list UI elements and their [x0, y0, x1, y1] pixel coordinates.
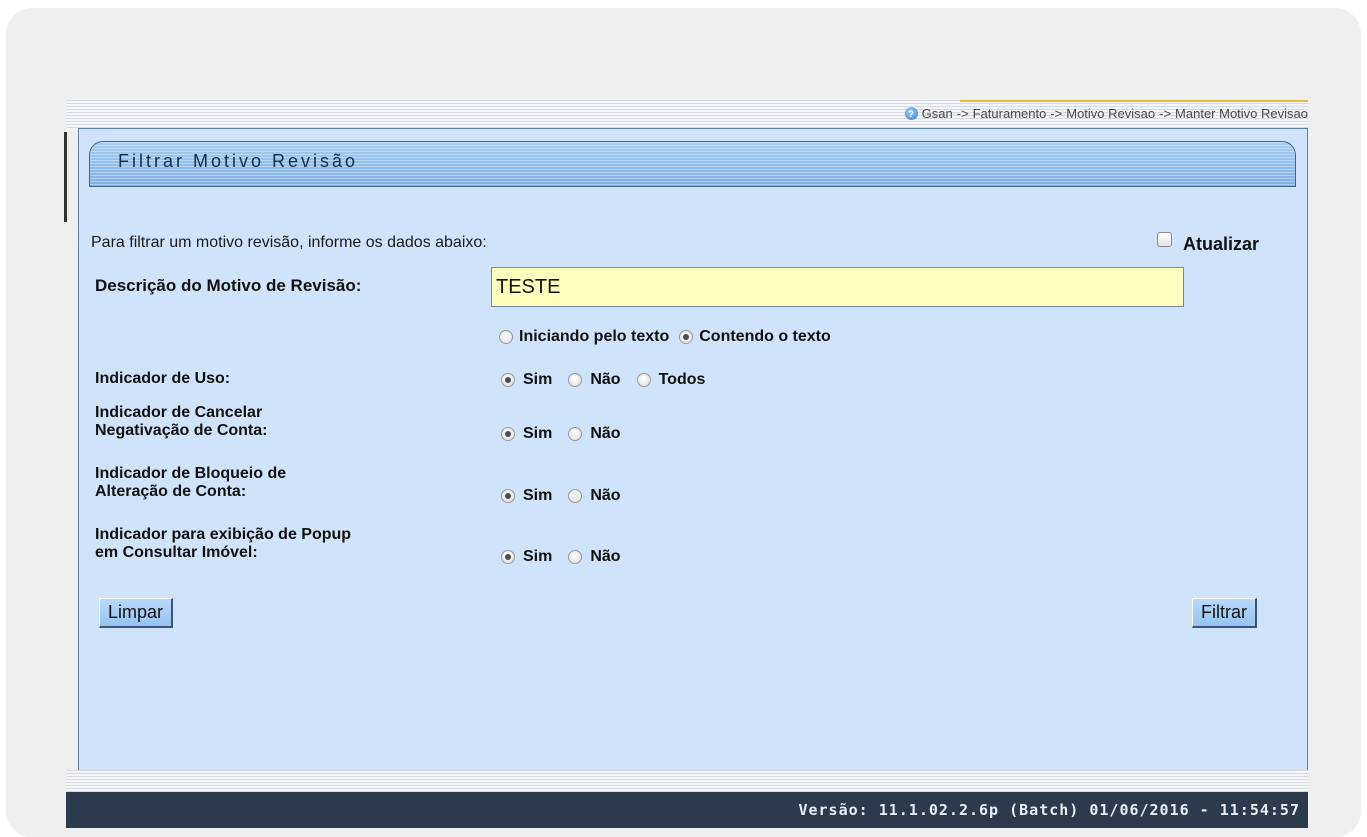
breadcrumb: ? Gsan -> Faturamento -> Motivo Revisao …: [904, 106, 1308, 121]
indicador-bloqueio-label-line1: Indicador de Bloqueio de: [95, 465, 287, 482]
breadcrumb-item-motivo-revisao[interactable]: Motivo Revisao: [1066, 106, 1155, 121]
cancelar-sim-label: Sim: [523, 425, 553, 442]
help-icon[interactable]: ?: [904, 107, 918, 120]
indicador-uso-options: Sim Não Todos: [501, 371, 721, 389]
indicador-popup-label-line1: Indicador para exibição de Popup: [95, 526, 352, 543]
descricao-match-options: Iniciando pelo texto Contendo o texto: [499, 328, 847, 346]
breadcrumb-separator: ->: [1159, 106, 1172, 121]
filtrar-button[interactable]: Filtrar: [1192, 598, 1257, 628]
footer-stripes: [66, 770, 1308, 792]
cancelar-nao-radio[interactable]: [568, 427, 583, 441]
atualizar-label: Atualizar: [1183, 234, 1260, 254]
breadcrumb-item-manter-motivo-revisao: Manter Motivo Revisao: [1175, 106, 1308, 121]
indicador-uso-label: Indicador de Uso:: [95, 370, 231, 387]
indicador-cancelar-label-line1: Indicador de Cancelar: [95, 404, 263, 421]
breadcrumb-item-gsan[interactable]: Gsan: [922, 106, 953, 121]
popup-sim-label: Sim: [523, 548, 553, 565]
filter-panel: Filtrar Motivo Revisão Para filtrar um m…: [78, 128, 1308, 772]
iniciando-label: Iniciando pelo texto: [519, 328, 670, 345]
breadcrumb-item-faturamento[interactable]: Faturamento: [973, 106, 1047, 121]
limpar-button[interactable]: Limpar: [99, 598, 174, 628]
bloqueio-nao-label: Não: [590, 487, 621, 504]
bloqueio-sim-radio[interactable]: [501, 489, 515, 503]
indicador-popup-label: Indicador para exibição de Popup em Cons…: [95, 526, 351, 562]
instructions-text: Para filtrar um motivo revisão, informe …: [91, 234, 487, 251]
atualizar-checkbox[interactable]: [1157, 232, 1172, 247]
page-title: Filtrar Motivo Revisão: [118, 151, 359, 171]
uso-todos-label: Todos: [658, 371, 706, 388]
uso-nao-label: Não: [590, 371, 621, 388]
uso-sim-radio[interactable]: [501, 373, 515, 387]
contendo-radio[interactable]: [679, 330, 694, 344]
indicador-popup-options: Sim Não: [501, 548, 637, 566]
iniciando-radio[interactable]: [499, 330, 513, 344]
uso-sim-label: Sim: [523, 371, 553, 388]
contendo-label: Contendo o texto: [699, 328, 831, 345]
cancelar-nao-label: Não: [590, 425, 621, 442]
header-accent-line: [960, 100, 1308, 102]
indicador-bloqueio-label: Indicador de Bloqueio de Alteração de Co…: [95, 465, 286, 501]
footer-bar: Versão: 11.1.02.2.6p (Batch) 01/06/2016 …: [66, 792, 1308, 828]
indicador-bloqueio-options: Sim Não: [501, 487, 637, 505]
breadcrumb-separator: ->: [956, 106, 969, 121]
bloqueio-sim-label: Sim: [523, 487, 553, 504]
uso-nao-radio[interactable]: [568, 373, 583, 387]
indicador-cancelar-label: Indicador de Cancelar Negativação de Con…: [95, 404, 267, 440]
panel-title-bar: Filtrar Motivo Revisão: [89, 141, 1296, 187]
popup-nao-radio[interactable]: [568, 550, 583, 564]
indicador-cancelar-options: Sim Não: [501, 425, 637, 443]
popup-nao-label: Não: [590, 548, 621, 565]
popup-sim-radio[interactable]: [501, 550, 515, 564]
version-text: Versão: 11.1.02.2.6p (Batch) 01/06/2016 …: [798, 801, 1300, 819]
breadcrumb-separator: ->: [1050, 106, 1063, 121]
indicador-popup-label-line2: em Consultar Imóvel:: [95, 544, 258, 561]
descricao-label: Descrição do Motivo de Revisão:: [95, 276, 362, 295]
descricao-input[interactable]: [491, 267, 1184, 307]
left-edge-marker: [64, 132, 67, 222]
indicador-cancelar-label-line2: Negativação de Conta:: [95, 422, 268, 439]
cancelar-sim-radio[interactable]: [501, 427, 515, 441]
bloqueio-nao-radio[interactable]: [568, 489, 583, 503]
uso-todos-radio[interactable]: [636, 373, 651, 387]
indicador-bloqueio-label-line2: Alteração de Conta:: [95, 483, 247, 500]
